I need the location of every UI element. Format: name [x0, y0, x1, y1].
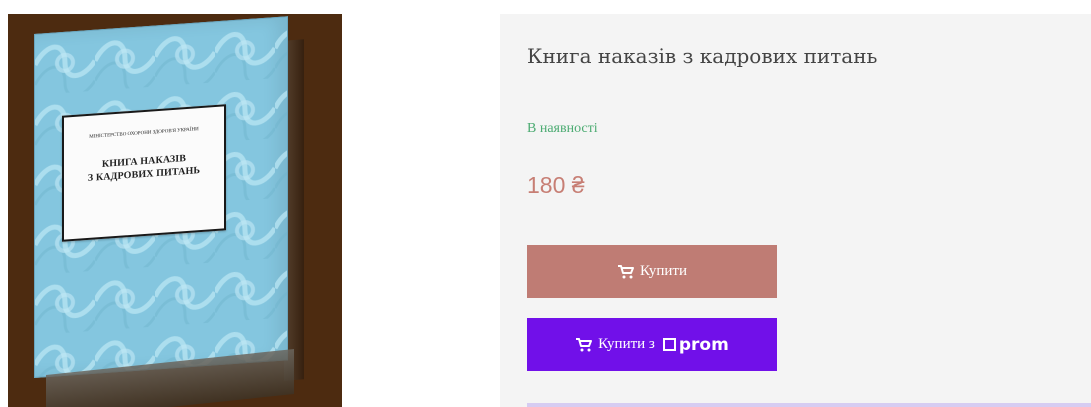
book-label: МІНІСТЕРСТВО ОХОРОНИ ЗДОРОВ'Я УКРАЇНИ КН…	[62, 104, 226, 242]
product-price: 180 ₴	[527, 172, 585, 198]
buy-with-prom-label: Купити з	[598, 336, 655, 352]
prom-square-icon	[662, 338, 676, 351]
shopping-cart-icon	[575, 337, 593, 352]
image-details-gap	[342, 14, 500, 407]
buy-with-prom-button[interactable]: Купити з prom	[527, 318, 777, 371]
product-details: Книга наказів з кадрових питань В наявно…	[500, 14, 1091, 407]
book-ministry-text: МІНІСТЕРСТВО ОХОРОНИ ЗДОРОВ'Я УКРАЇНИ	[89, 127, 199, 140]
product-page: МІНІСТЕРСТВО ОХОРОНИ ЗДОРОВ'Я УКРАЇНИ КН…	[0, 0, 1091, 407]
product-image[interactable]: МІНІСТЕРСТВО ОХОРОНИ ЗДОРОВ'Я УКРАЇНИ КН…	[8, 14, 342, 407]
shopping-cart-svg	[576, 338, 593, 352]
shopping-cart-icon	[617, 264, 634, 279]
buy-button[interactable]: Купити	[527, 245, 777, 298]
prom-logo-text: prom	[678, 334, 729, 355]
prom-logo: prom	[662, 334, 729, 355]
availability-status: В наявності	[527, 121, 598, 136]
product-title: Книга наказів з кадрових питань	[527, 44, 878, 68]
shopping-cart-svg	[617, 265, 634, 279]
buy-button-label: Купити	[639, 263, 687, 279]
bottom-divider	[527, 403, 1091, 407]
